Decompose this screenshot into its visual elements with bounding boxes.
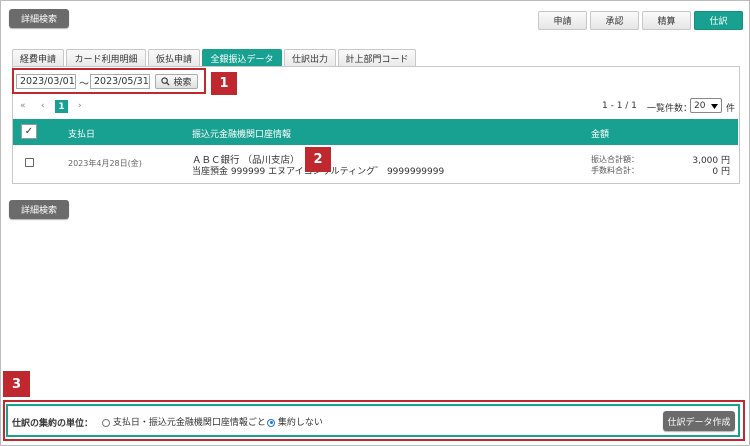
pager-range: 1 - 1 / 1 xyxy=(602,101,637,111)
fee-total-value: 0 円 xyxy=(712,167,730,177)
per-page-label: 一覧件数： xyxy=(647,104,693,114)
aggregation-bar: 仕訳の集約の単位： 支払日・振込元金融機関口座情報ごと 集約しない 仕訳データ作… xyxy=(6,404,740,437)
aggregation-label: 仕訳の集約の単位： xyxy=(12,419,94,429)
pager-first[interactable]: « xyxy=(20,101,26,111)
pager-prev[interactable]: ‹ xyxy=(41,101,45,111)
option-2-label: 集約しない xyxy=(277,418,323,428)
tab-expense[interactable]: 経費申請 xyxy=(12,49,64,67)
search-button[interactable]: 検索 xyxy=(155,74,198,89)
tab-zengin[interactable]: 全銀振込データ xyxy=(202,49,282,67)
header-amount: 金額 xyxy=(591,130,610,140)
radio-option-1[interactable] xyxy=(102,418,110,427)
row-checkbox[interactable] xyxy=(25,158,34,167)
pager-next[interactable]: › xyxy=(78,101,82,111)
date-separator: 〜 xyxy=(79,79,89,90)
per-page-select[interactable]: 20 xyxy=(690,98,722,113)
detail-search-button[interactable]: 詳細検索 xyxy=(9,9,69,28)
date-to-input[interactable]: 2023/05/31 xyxy=(90,74,150,89)
header-account: 振込元金融機関口座情報 xyxy=(192,130,292,140)
tab-advance[interactable]: 仮払申請 xyxy=(148,49,200,67)
chevron-down-icon xyxy=(711,104,718,109)
per-page-unit: 件 xyxy=(726,104,736,114)
transfer-total-label: 振込合計額： xyxy=(591,155,639,164)
search-button-label: 検索 xyxy=(173,78,192,88)
badge-3: 3 xyxy=(3,371,30,397)
date-from-input[interactable]: 2023/03/01 xyxy=(16,74,76,89)
table-header: ✓ 支払日 振込元金融機関口座情報 金額 xyxy=(13,119,738,145)
aggregation-option-1[interactable]: 支払日・振込元金融機関口座情報ごと xyxy=(102,415,266,428)
badge-1: 1 xyxy=(211,72,237,95)
nav-apply[interactable]: 申請 xyxy=(538,11,587,30)
tab-dept-code[interactable]: 計上部門コード xyxy=(338,49,416,67)
detail-search-button-bottom[interactable]: 詳細検索 xyxy=(9,200,69,219)
create-journal-button[interactable]: 仕訳データ作成 xyxy=(663,411,735,431)
badge-2: 2 xyxy=(305,147,331,172)
tab-journal-output[interactable]: 仕訳出力 xyxy=(284,49,336,67)
search-icon xyxy=(161,77,170,86)
select-all-checkbox[interactable]: ✓ xyxy=(21,124,37,139)
aggregation-option-2[interactable]: 集約しない xyxy=(267,415,323,428)
tab-bar: 経費申請 カード利用明細 仮払申請 全銀振込データ 仕訳出力 計上部門コード xyxy=(12,49,416,67)
nav-approve[interactable]: 承認 xyxy=(590,11,639,30)
table-row: 2023年4月28日(金) ＡＢＣ銀行 （品川支店） 当座預金 999999 エ… xyxy=(13,146,738,181)
nav-journal[interactable]: 仕訳 xyxy=(694,11,743,30)
tab-card[interactable]: カード利用明細 xyxy=(66,49,146,67)
per-page-value: 20 xyxy=(694,100,706,111)
fee-total-label: 手数料合計： xyxy=(591,166,639,175)
pager-current[interactable]: 1 xyxy=(55,100,68,113)
radio-option-2[interactable] xyxy=(267,418,275,427)
nav-settle[interactable]: 精算 xyxy=(642,11,691,30)
top-nav: 申請 承認 精算 仕訳 xyxy=(538,11,743,30)
option-1-label: 支払日・振込元金融機関口座情報ごと xyxy=(112,418,266,428)
header-date: 支払日 xyxy=(68,130,96,140)
row-date: 2023年4月28日(金) xyxy=(68,159,142,168)
